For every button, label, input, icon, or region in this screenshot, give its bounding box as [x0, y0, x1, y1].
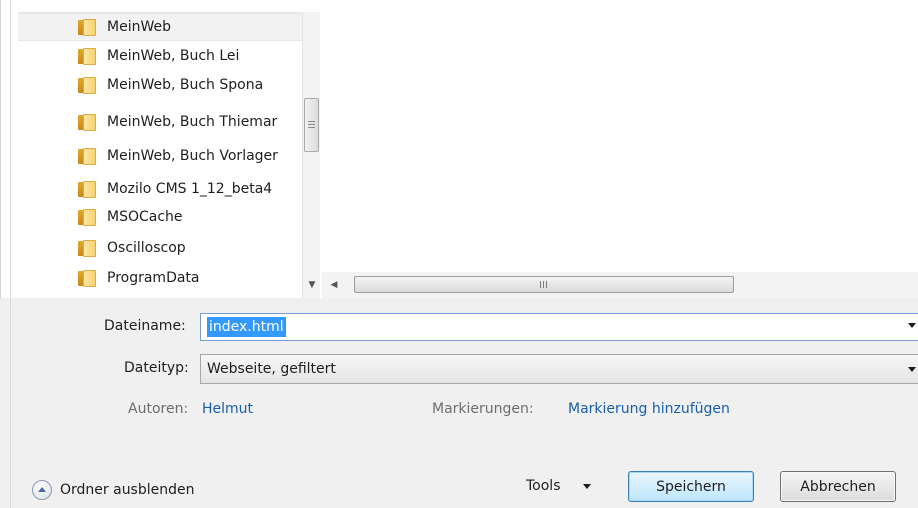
folder-icon [78, 47, 96, 65]
folder-vertical-scrollbar[interactable]: ▼ [302, 12, 320, 298]
filetype-label: Dateityp: [124, 360, 189, 376]
tools-label: Tools [526, 478, 561, 494]
cancel-button[interactable]: Abbrechen [780, 471, 896, 502]
save-button[interactable]: Speichern [628, 471, 754, 502]
tools-menu-button[interactable]: Tools [516, 472, 612, 500]
horizontal-scroll-thumb[interactable] [354, 276, 734, 293]
triangle-down-icon[interactable] [908, 367, 916, 372]
folder-icon [78, 147, 96, 165]
folder-item-label: MeinWeb, Buch Lei [107, 48, 240, 64]
folder-tree-pane[interactable]: MeinWeb MeinWeb, Buch Lei MeinWeb, Buch … [18, 12, 320, 298]
folder-item[interactable]: MeinWeb, Buch Thiemar [18, 108, 302, 136]
dialog-left-border [10, 0, 11, 508]
folder-icon [78, 180, 96, 198]
folder-icon [78, 18, 96, 36]
folder-item[interactable]: MeinWeb, Buch Lei [18, 42, 302, 70]
scroll-down-arrow-icon[interactable]: ▼ [307, 280, 317, 290]
folder-item-label: MSOCache [107, 209, 183, 225]
horizontal-scrollbar[interactable]: ◀ [322, 272, 918, 298]
folder-item[interactable]: Oscilloscop [18, 234, 302, 262]
folder-item[interactable]: MeinWeb, Buch Vorlager [18, 142, 302, 170]
folder-item-label: MeinWeb, Buch Vorlager [107, 148, 278, 164]
scroll-left-arrow-icon[interactable]: ◀ [328, 279, 340, 291]
folder-item-label: MeinWeb, Buch Thiemar [107, 114, 278, 130]
folder-item-label: Mozilo CMS 1_12_beta4 [107, 181, 273, 197]
filename-input[interactable]: index.html [200, 313, 918, 341]
tags-label: Markierungen: [432, 401, 534, 417]
chevron-up-circle-icon [32, 480, 52, 500]
folder-icon [78, 76, 96, 94]
folder-item[interactable]: Mozilo CMS 1_12_beta4 [18, 175, 302, 203]
triangle-down-icon [582, 483, 591, 489]
filename-value[interactable]: index.html [207, 317, 286, 337]
authors-value-link[interactable]: Helmut [202, 401, 253, 417]
folder-item[interactable]: ProgramData [18, 264, 302, 292]
hide-folders-label: Ordner ausblenden [60, 482, 195, 498]
folder-item-label: MeinWeb [107, 19, 171, 35]
folder-item-label: MeinWeb, Buch Spona [107, 77, 264, 93]
folder-item[interactable]: MSOCache [18, 203, 302, 231]
folder-icon [78, 269, 96, 287]
add-tag-link[interactable]: Markierung hinzufügen [568, 401, 730, 417]
grip-icon [308, 120, 315, 130]
filetype-select[interactable]: Webseite, gefiltert [200, 354, 918, 384]
folder-item-label: ProgramData [107, 270, 200, 286]
triangle-down-icon[interactable] [908, 323, 916, 328]
folder-item-label: Oscilloscop [107, 240, 186, 256]
folder-icon [78, 208, 96, 226]
folder-icon [78, 113, 96, 131]
vertical-scroll-thumb[interactable] [304, 98, 319, 152]
authors-label: Autoren: [128, 401, 189, 417]
folder-icon [78, 239, 96, 257]
folder-item[interactable]: MeinWeb [18, 13, 302, 41]
folder-item[interactable]: MeinWeb, Buch Spona [18, 71, 302, 99]
filetype-value: Webseite, gefiltert [207, 361, 336, 377]
grip-icon [539, 281, 549, 288]
filename-label: Dateiname: [104, 318, 186, 334]
hide-folders-toggle[interactable]: Ordner ausblenden [32, 479, 195, 501]
